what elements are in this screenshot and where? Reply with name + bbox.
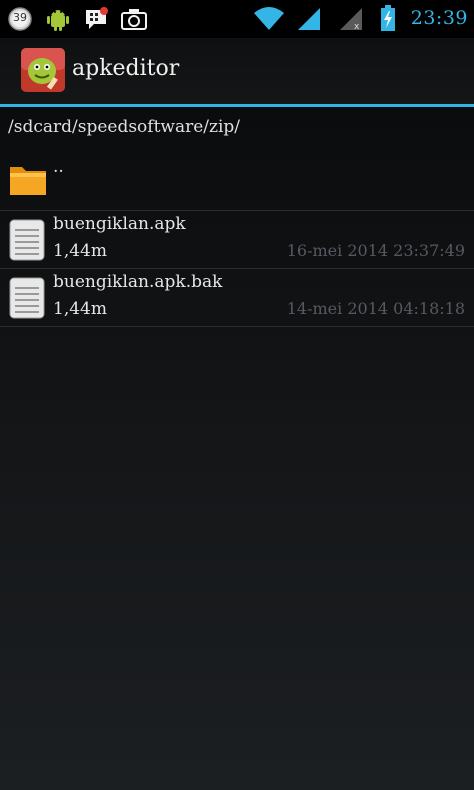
file-size: 1,44m [53,241,107,261]
parent-folder-row[interactable]: .. [0,151,474,209]
signal-icon [295,4,323,32]
battery-charging-icon [379,4,397,32]
file-row[interactable]: buengiklan.apk.bak 1,44m 14-mei 2014 04:… [0,269,474,326]
clock-label: 23:39 [410,7,468,29]
current-path: /sdcard/speedsoftware/zip/ [8,117,241,137]
action-bar: apkeditor [0,38,474,104]
folder-icon [8,159,48,199]
svg-text:x: x [354,22,360,32]
status-bar-notifications: 39 [6,4,148,34]
app-title: apkeditor [72,56,180,81]
status-bar-system: x 23:39 [253,2,468,34]
wifi-icon [253,4,284,32]
file-size: 1,44m [53,299,107,319]
file-browser: /sdcard/speedsoftware/zip/ .. buengiklan… [0,107,474,790]
file-name: buengiklan.apk.bak [53,272,223,292]
row-divider [0,326,474,327]
notification-count-label: 39 [13,11,27,24]
document-icon [9,277,45,319]
document-icon [9,219,45,261]
no-signal-icon: x [337,4,365,32]
android-icon [44,5,72,33]
notification-count-icon: 39 [6,5,34,33]
camera-icon [120,5,148,33]
file-date: 14-mei 2014 04:18:18 [286,299,465,318]
status-bar: 39 x 23:39 [0,0,474,38]
bbm-chat-icon [82,5,110,33]
file-row[interactable]: buengiklan.apk 1,44m 16-mei 2014 23:37:4… [0,211,474,268]
parent-folder-label: .. [53,157,64,177]
file-name: buengiklan.apk [53,214,186,234]
apk-editor-app-icon[interactable] [20,47,66,93]
file-date: 16-mei 2014 23:37:49 [286,241,465,260]
